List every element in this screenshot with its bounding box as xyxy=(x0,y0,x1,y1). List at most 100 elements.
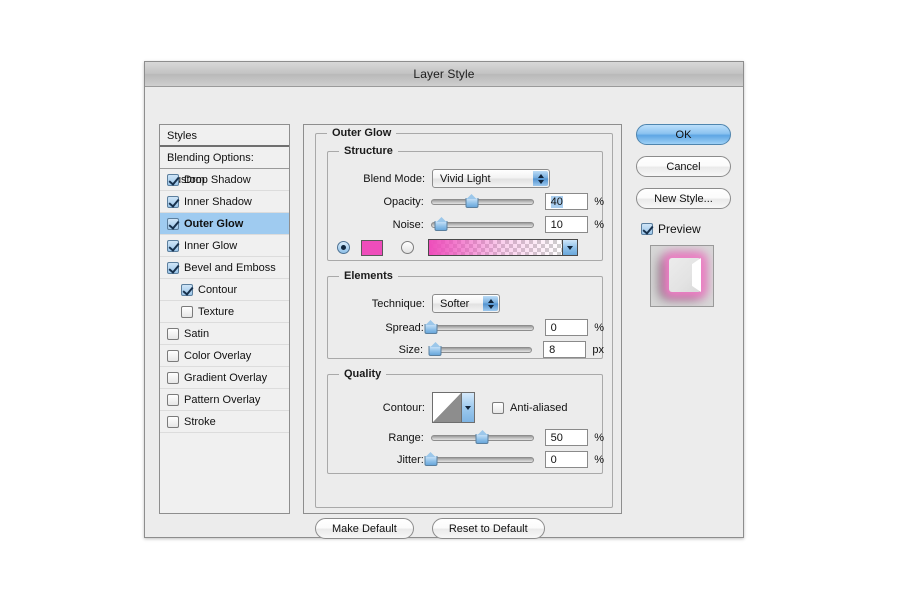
dialog-title: Layer Style xyxy=(413,67,475,81)
style-enable-checkbox[interactable] xyxy=(167,195,179,208)
structure-group: Structure Blend Mode: Vivid Light Opacit… xyxy=(327,145,604,261)
size-slider-thumb[interactable] xyxy=(428,341,442,356)
blend-mode-row: Blend Mode: Vivid Light xyxy=(328,169,604,188)
opacity-slider[interactable] xyxy=(430,193,534,209)
jitter-row: Jitter: 0 % xyxy=(328,451,604,468)
size-slider[interactable] xyxy=(428,341,533,357)
blend-mode-label: Blend Mode: xyxy=(363,172,425,185)
style-enable-checkbox[interactable] xyxy=(181,283,193,296)
spread-unit: % xyxy=(594,321,604,334)
contour-row: Contour: Anti-aliased xyxy=(328,392,604,423)
sidebar-item-stroke[interactable]: Stroke xyxy=(160,411,289,433)
new-style-button[interactable]: New Style... xyxy=(636,188,731,209)
sidebar-item-inner-shadow[interactable]: Inner Shadow xyxy=(160,191,289,213)
glow-color-swatch[interactable] xyxy=(361,239,383,256)
opacity-input[interactable]: 40 xyxy=(544,193,589,210)
glow-gradient-bar[interactable] xyxy=(428,239,563,256)
opacity-slider-track xyxy=(430,198,534,205)
style-enable-checkbox[interactable] xyxy=(167,261,179,274)
layer-style-dialog: Layer Style Styles Blending Options: Cus… xyxy=(144,61,744,539)
style-enable-checkbox[interactable] xyxy=(181,305,193,318)
sidebar-item-bevel-and-emboss[interactable]: Bevel and Emboss xyxy=(160,257,289,279)
spread-slider[interactable] xyxy=(424,319,534,335)
technique-value: Softer xyxy=(440,297,470,310)
fill-gradient-radio[interactable] xyxy=(401,241,414,254)
glow-fill-row xyxy=(337,239,604,256)
range-slider[interactable] xyxy=(430,429,534,445)
size-input[interactable]: 8 xyxy=(543,341,587,358)
preview-checkbox[interactable] xyxy=(641,223,653,235)
technique-select[interactable]: Softer xyxy=(432,294,500,313)
dialog-actions: OK Cancel New Style... Preview xyxy=(636,124,731,307)
jitter-slider-thumb[interactable] xyxy=(424,451,438,466)
style-enable-checkbox[interactable] xyxy=(167,173,179,186)
range-value: 50 xyxy=(550,431,563,444)
ok-button[interactable]: OK xyxy=(636,124,731,145)
preview-shape xyxy=(669,258,701,292)
jitter-value: 0 xyxy=(550,453,557,466)
preview-toggle-row[interactable]: Preview xyxy=(636,222,731,236)
spread-slider-thumb[interactable] xyxy=(424,319,438,334)
sidebar-item-outer-glow[interactable]: Outer Glow xyxy=(160,213,289,235)
fill-color-radio[interactable] xyxy=(337,241,350,254)
sidebar-item-gradient-overlay[interactable]: Gradient Overlay xyxy=(160,367,289,389)
gradient-picker-chevron-down-icon[interactable] xyxy=(563,239,578,256)
style-enable-checkbox[interactable] xyxy=(167,371,179,384)
styles-list-panel: Styles Blending Options: Custom Drop Sha… xyxy=(159,124,290,514)
defaults-button-row: Make Default Reset to Default xyxy=(315,518,545,539)
sidebar-item-color-overlay[interactable]: Color Overlay xyxy=(160,345,289,367)
noise-slider[interactable] xyxy=(430,216,534,232)
style-enable-checkbox[interactable] xyxy=(167,349,179,362)
range-label: Range: xyxy=(388,431,424,444)
elements-group: Elements Technique: Softer Spread: 0 % S… xyxy=(327,270,604,359)
contour-picker[interactable] xyxy=(432,392,475,423)
sidebar-item-label: Drop Shadow xyxy=(184,173,251,186)
preview-thumbnail xyxy=(650,245,714,307)
opacity-slider-thumb[interactable] xyxy=(465,193,479,208)
quality-legend: Quality xyxy=(339,368,387,380)
sidebar-item-contour[interactable]: Contour xyxy=(160,279,289,301)
opacity-unit: % xyxy=(594,195,604,208)
sidebar-item-label: Stroke xyxy=(184,415,216,428)
reset-to-default-button[interactable]: Reset to Default xyxy=(431,518,545,539)
style-enable-checkbox[interactable] xyxy=(167,393,179,406)
jitter-slider[interactable] xyxy=(424,451,534,467)
range-unit: % xyxy=(594,431,604,444)
style-enable-checkbox[interactable] xyxy=(167,239,179,252)
anti-aliased-checkbox[interactable] xyxy=(492,401,504,414)
range-slider-thumb[interactable] xyxy=(475,429,489,444)
sidebar-item-texture[interactable]: Texture xyxy=(160,301,289,323)
sidebar-item-inner-glow[interactable]: Inner Glow xyxy=(160,235,289,257)
range-row: Range: 50 % xyxy=(328,429,604,446)
gradient-preview xyxy=(429,240,562,255)
sidebar-item-label: Gradient Overlay xyxy=(184,371,268,384)
make-default-button[interactable]: Make Default xyxy=(315,518,414,539)
chevron-down-icon xyxy=(461,393,474,422)
contour-curve-icon xyxy=(433,393,461,422)
size-label: Size: xyxy=(398,343,424,356)
cancel-button[interactable]: Cancel xyxy=(636,156,731,177)
anti-aliased-label: Anti-aliased xyxy=(510,401,568,414)
jitter-slider-track xyxy=(430,456,534,463)
style-enable-checkbox[interactable] xyxy=(167,327,179,340)
sidebar-item-satin[interactable]: Satin xyxy=(160,323,289,345)
blending-options-row[interactable]: Blending Options: Custom xyxy=(160,147,289,186)
outer-glow-legend: Outer Glow xyxy=(327,127,397,139)
outer-glow-group: Outer Glow Structure Blend Mode: Vivid L… xyxy=(315,127,613,508)
noise-input[interactable]: 10 xyxy=(544,216,589,233)
jitter-input[interactable]: 0 xyxy=(544,451,589,468)
dialog-body: Styles Blending Options: Custom Drop Sha… xyxy=(145,87,743,539)
style-enable-checkbox[interactable] xyxy=(167,415,179,428)
noise-slider-thumb[interactable] xyxy=(434,216,448,231)
sidebar-item-label: Satin xyxy=(184,327,210,340)
spread-slider-track xyxy=(430,324,534,331)
sidebar-item-label: Inner Glow xyxy=(184,239,238,252)
technique-label: Technique: xyxy=(371,297,425,310)
sidebar-item-pattern-overlay[interactable]: Pattern Overlay xyxy=(160,389,289,411)
noise-row: Noise: 10 % xyxy=(328,216,604,233)
range-input[interactable]: 50 xyxy=(544,429,589,446)
blend-mode-select[interactable]: Vivid Light xyxy=(432,169,550,188)
structure-legend: Structure xyxy=(339,145,398,157)
style-enable-checkbox[interactable] xyxy=(167,217,179,230)
spread-input[interactable]: 0 xyxy=(544,319,589,336)
